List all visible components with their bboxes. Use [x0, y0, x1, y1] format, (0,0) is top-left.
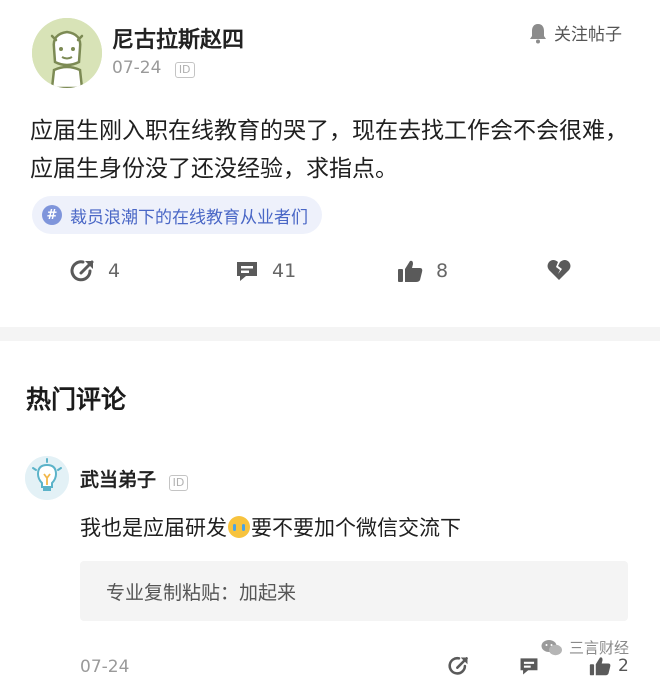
topic-tag-label: 裁员浪潮下的在线教育从业者们 [70, 207, 308, 228]
comment-like-count: 2 [618, 656, 629, 676]
share-button[interactable]: 4 [70, 258, 120, 284]
commenter-name[interactable]: 武当弟子 ID [80, 465, 189, 492]
post-content: 应届生刚入职在线教育的哭了，现在去找工作会不会很难，应届生身份没了还没经验，求指… [30, 118, 628, 182]
thumbs-up-icon [398, 260, 423, 282]
comment-icon [520, 658, 538, 675]
like-button[interactable]: 8 [396, 258, 448, 284]
section-divider [0, 327, 660, 341]
cartoon-avatar-icon [32, 18, 102, 88]
author-name[interactable]: 尼古拉斯赵四 [112, 22, 244, 54]
like-count: 8 [436, 260, 449, 282]
comment-reply-button[interactable] [518, 655, 540, 677]
id-badge: ID [174, 62, 195, 78]
broken-heart-icon [547, 260, 571, 280]
follow-post-label: 关注帖子 [554, 25, 622, 45]
share-count: 4 [108, 260, 121, 282]
share-icon [70, 260, 94, 282]
post-date: 07-24 ID [112, 58, 195, 78]
crying-emoji-icon [228, 516, 250, 538]
bell-icon [530, 23, 546, 43]
author-avatar[interactable] [32, 18, 102, 88]
hot-comments-title: 热门评论 [26, 385, 127, 414]
wechat-icon [541, 639, 562, 655]
comment-icon [237, 262, 257, 281]
comment-text-part-1: 我也是应届研发 [80, 516, 227, 540]
comment-button[interactable]: 41 [234, 258, 296, 284]
comment-count: 41 [272, 260, 297, 282]
watermark: 三言财经 [541, 637, 629, 658]
hashtag-icon: # [42, 205, 62, 225]
comment-reply-preview[interactable]: 专业复制粘贴：加起来 [80, 561, 628, 621]
comment-share-button[interactable] [448, 655, 470, 677]
commenter-id-badge: ID [168, 475, 189, 491]
thumbs-up-icon [589, 657, 611, 676]
dislike-button[interactable] [546, 258, 572, 282]
topic-tag[interactable]: # 裁员浪潮下的在线教育从业者们 [32, 196, 322, 234]
watermark-text: 三言财经 [569, 639, 630, 657]
follow-post-button[interactable]: 关注帖子 [528, 20, 622, 45]
reply-text: 专业复制粘贴：加起来 [106, 581, 297, 604]
comment-like-button[interactable]: 2 [588, 655, 629, 677]
commenter-name-text: 武当弟子 [80, 469, 157, 491]
comment-date: 07-24 [80, 657, 130, 677]
share-icon [448, 656, 468, 675]
post-date-text: 07-24 [112, 58, 162, 78]
lightbulb-avatar-icon [25, 456, 69, 500]
commenter-avatar[interactable] [25, 456, 69, 500]
comment-text-part-2: 要不要加个微信交流下 [251, 516, 461, 540]
comment-text: 我也是应届研发 要不要加个微信交流下 [80, 512, 461, 542]
